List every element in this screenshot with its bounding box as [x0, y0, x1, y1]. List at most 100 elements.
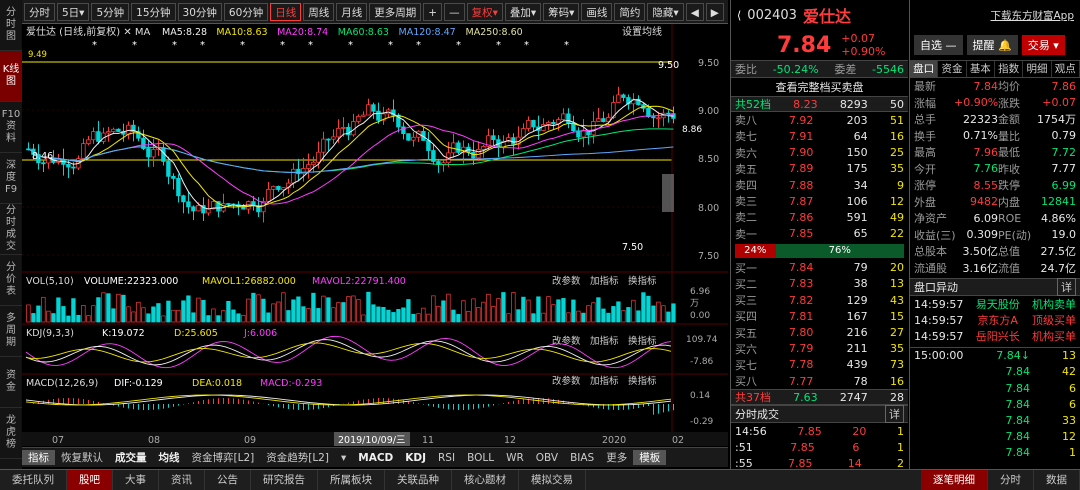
book-row[interactable]: 卖八 7.92 203 51: [731, 112, 908, 128]
add-favorite-button[interactable]: 自选 —: [914, 35, 963, 55]
trade-button[interactable]: 交易 ▾: [1021, 35, 1065, 55]
indicator-7[interactable]: MACD: [352, 452, 399, 464]
book-row[interactable]: 买七 7.78 439 73: [731, 357, 908, 373]
toolbar-item-17[interactable]: 隐藏▾: [647, 2, 684, 21]
pankou-tab-2[interactable]: 基本: [967, 61, 995, 77]
bottom-tab-6[interactable]: 所属板块: [318, 469, 385, 490]
toolbar-item-18[interactable]: ◀: [685, 2, 704, 21]
toolbar-item-8[interactable]: 月线: [336, 2, 368, 21]
event-marker: *: [132, 40, 137, 51]
toolbar-item-6[interactable]: 日线: [270, 2, 302, 21]
ticks-detail-button[interactable]: 详: [885, 405, 904, 424]
bottom-tab-2[interactable]: 大事: [113, 469, 159, 490]
bottom-tab-3[interactable]: 资讯: [159, 469, 205, 490]
indicator-1[interactable]: 恢复默认: [55, 450, 109, 465]
book-row[interactable]: 买一 7.84 79 20: [731, 260, 908, 276]
book-row[interactable]: 买六 7.79 211 35: [731, 341, 908, 357]
event-marker: *: [200, 40, 205, 51]
bottom-tab-5[interactable]: 研究报告: [251, 469, 318, 490]
indicator-15[interactable]: 模板: [633, 450, 667, 465]
indicator-10[interactable]: BOLL: [461, 452, 500, 464]
vol-bar: [521, 296, 526, 323]
yidong-row[interactable]: 14:59:57 岳阳兴长 机构买单: [910, 328, 1080, 344]
pankou-tab-1[interactable]: 资金: [938, 61, 967, 77]
book-row[interactable]: 卖七 7.91 64 16: [731, 128, 908, 144]
bottom-tab-11[interactable]: 分时: [988, 469, 1034, 490]
vnav-item-1[interactable]: K线图: [0, 51, 22, 102]
toolbar-item-13[interactable]: 叠加▾: [504, 2, 542, 21]
book-row[interactable]: 卖五 7.89 175 35: [731, 161, 908, 177]
pankou-tab-5[interactable]: 观点: [1052, 61, 1080, 77]
toolbar-item-3[interactable]: 15分钟: [131, 2, 176, 21]
vnav-item-4[interactable]: 分时成交: [0, 204, 22, 255]
alert-button[interactable]: 提醒 🔔: [966, 35, 1018, 55]
pankou-tab-0[interactable]: 盘口: [910, 61, 939, 77]
book-row[interactable]: 买四 7.81 167 15: [731, 308, 908, 324]
book-row[interactable]: 买二 7.83 38 13: [731, 276, 908, 292]
book-row[interactable]: 卖四 7.88 34 9: [731, 177, 908, 193]
toolbar-item-15[interactable]: 画线: [581, 2, 613, 21]
download-app-link[interactable]: 下载东方财富App: [990, 8, 1074, 23]
book-row[interactable]: 卖二 7.86 591 49: [731, 209, 908, 225]
kdj-k: K:19.072: [102, 328, 145, 339]
vnav-item-8[interactable]: 龙虎榜: [0, 408, 22, 459]
toolbar-item-10[interactable]: +: [423, 2, 443, 21]
toolbar-item-7[interactable]: 周线: [303, 2, 335, 21]
toolbar-item-14[interactable]: 筹码▾: [543, 2, 580, 21]
book-row[interactable]: 买三 7.82 129 43: [731, 292, 908, 308]
toolbar-item-2[interactable]: 5分钟: [91, 2, 130, 21]
indicator-11[interactable]: WR: [500, 452, 530, 464]
toolbar-item-19[interactable]: ▶: [705, 2, 724, 21]
vnav-item-5[interactable]: 分价表: [0, 255, 22, 306]
yidong-row[interactable]: 14:59:57 易天股份 机构卖单: [910, 296, 1080, 312]
indicator-5[interactable]: 资金趋势[L2]: [260, 450, 335, 465]
yidong-detail-button[interactable]: 详: [1057, 278, 1076, 296]
indicator-13[interactable]: BIAS: [564, 452, 600, 464]
book-row[interactable]: 买五 7.80 216 27: [731, 324, 908, 340]
vnav-item-2[interactable]: F10资料: [0, 102, 22, 153]
book-row[interactable]: 卖一 7.85 65 22: [731, 226, 908, 242]
toolbar-item-16[interactable]: 简约: [614, 2, 646, 21]
bottom-tab-7[interactable]: 关联品种: [385, 469, 452, 490]
kline-chart-area[interactable]: 爱仕达 (日线,前复权) ✕ MA MA5:8.28 MA10:8.63 MA20:8…: [22, 24, 728, 458]
pankou-row: 外盘 9482 内盘 12841: [914, 195, 1076, 209]
vnav-item-6[interactable]: 多周期: [0, 306, 22, 357]
vol-bar: [656, 301, 661, 323]
indicator-0[interactable]: 指标: [22, 450, 55, 465]
pankou-tab-4[interactable]: 明细: [1023, 61, 1052, 77]
bottom-tab-10[interactable]: 逐笔明细: [921, 469, 988, 490]
indicator-6[interactable]: ▾: [335, 452, 352, 464]
nav-back-icon[interactable]: ⟨: [737, 9, 741, 22]
vnav-item-7[interactable]: 资金: [0, 357, 22, 408]
toolbar-item-11[interactable]: —: [444, 2, 465, 21]
indicator-14[interactable]: 更多: [600, 450, 633, 465]
toolbar-item-1[interactable]: 5日▾: [57, 2, 90, 21]
vnav-item-0[interactable]: 分时图: [0, 0, 22, 51]
book-row[interactable]: 卖三 7.87 106 12: [731, 193, 908, 209]
full-book-link[interactable]: 查看完整档买卖盘: [731, 78, 908, 96]
toolbar-item-12[interactable]: 复权▾: [466, 2, 503, 21]
kline-chart-svg[interactable]: 爱仕达 (日线,前复权) ✕ MA MA5:8.28 MA10:8.63 MA20:8…: [22, 24, 728, 432]
indicator-9[interactable]: RSI: [432, 452, 461, 464]
pankou-tab-3[interactable]: 指数: [995, 61, 1024, 77]
indicator-4[interactable]: 资金博弈[L2]: [186, 450, 261, 465]
bottom-tab-0[interactable]: 委托队列: [0, 469, 67, 490]
indicator-12[interactable]: OBV: [530, 452, 564, 464]
toolbar-item-0[interactable]: 分时: [24, 2, 55, 21]
book-row[interactable]: 卖六 7.90 150 25: [731, 145, 908, 161]
bottom-tab-12[interactable]: 数据: [1034, 469, 1080, 490]
book-row[interactable]: 买八 7.77 78 16: [731, 373, 908, 389]
toolbar-item-9[interactable]: 更多周期: [369, 2, 422, 21]
indicator-8[interactable]: KDJ: [399, 452, 432, 464]
x-cursor-label: 2019/10/09/三: [338, 435, 405, 446]
indicator-2[interactable]: 成交量: [109, 450, 153, 465]
vnav-item-3[interactable]: 深度F9: [0, 153, 22, 204]
bottom-tab-8[interactable]: 核心题材: [452, 469, 519, 490]
toolbar-item-5[interactable]: 60分钟: [223, 2, 269, 21]
bottom-tab-9[interactable]: 模拟交易: [519, 469, 586, 490]
bottom-tab-1[interactable]: 股吧: [67, 469, 113, 490]
bottom-tab-4[interactable]: 公告: [205, 469, 251, 490]
yidong-row[interactable]: 14:59:57 京东方A 顶级买单: [910, 312, 1080, 328]
toolbar-item-4[interactable]: 30分钟: [177, 2, 222, 21]
indicator-3[interactable]: 均线: [153, 450, 186, 465]
